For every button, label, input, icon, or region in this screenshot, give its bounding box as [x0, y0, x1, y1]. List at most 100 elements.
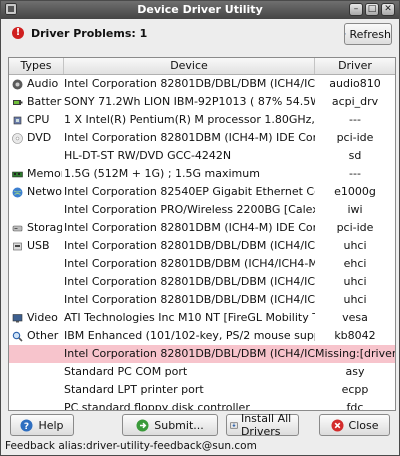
cell-device: Standard PC COM port: [64, 365, 188, 378]
maximize-button[interactable]: □: [365, 3, 379, 16]
minimize-button[interactable]: –: [349, 3, 363, 16]
device-driver-utility-window: Device Driver Utility – □ ✕ ! Driver Pro…: [0, 0, 400, 456]
type-label: USB: [27, 239, 50, 252]
memory-icon: [12, 171, 23, 177]
disc-icon: [12, 132, 23, 144]
battery-icon: [13, 99, 23, 105]
speaker-icon: [12, 79, 23, 89]
cell-device: PC standard floppy disk controller: [64, 401, 250, 411]
table-row[interactable]: Intel Corporation 82801DB/DBL/DBM (ICH4/…: [9, 345, 395, 363]
table-row[interactable]: DVD Intel Corporation 82801DBM (ICH4-M) I…: [9, 129, 395, 147]
cell-type: Video: [12, 309, 62, 327]
table-row[interactable]: Video ATI Technologies Inc M10 NT [FireGL…: [9, 309, 395, 327]
cell-device: 1 X Intel(R) Pentium(R) M processor 1.80…: [64, 113, 315, 126]
cell-driver: Missing:[driver unavailable]: [315, 347, 395, 360]
refresh-button[interactable]: Refresh: [344, 23, 392, 45]
type-label: Memory: [27, 167, 62, 180]
cell-device: Intel Corporation 82801DB/DBL/DBM (ICH4/…: [64, 275, 315, 288]
column-header-device[interactable]: Device: [64, 58, 315, 74]
type-label: Video: [27, 311, 58, 324]
cell-type: Memory: [12, 165, 62, 183]
cell-driver: uhci: [343, 239, 367, 252]
monitor-icon: [12, 313, 23, 322]
table-row[interactable]: Standard LPT printer port ecpp: [9, 381, 395, 399]
cell-device: IBM Enhanced (101/102-key, PS/2 mouse su…: [64, 329, 315, 342]
type-label: Battery: [27, 95, 62, 108]
table-row[interactable]: USB Intel Corporation 82801DB/DBL/DBM (IC…: [9, 237, 395, 255]
cell-driver: fdc: [346, 401, 364, 411]
cell-driver: kb8042: [334, 329, 376, 342]
cell-device: Intel Corporation 82801DB/DBL/DBM (ICH4/…: [64, 239, 315, 252]
cell-type: [12, 381, 62, 399]
cell-device: Intel Corporation 82801DBM (ICH4-M) IDE …: [64, 131, 315, 144]
cell-type: [12, 255, 62, 273]
type-label: Storage: [27, 221, 62, 234]
table-row[interactable]: Intel Corporation 82801DB/DBL/DBM (ICH4/…: [9, 291, 395, 309]
table-row[interactable]: CPU 1 X Intel(R) Pentium(R) M processor 1…: [9, 111, 395, 129]
window-title: Device Driver Utility: [137, 3, 263, 16]
cell-type: Audio: [12, 75, 62, 93]
cell-type: [12, 345, 62, 363]
cell-driver: uhci: [343, 275, 367, 288]
cell-driver: vesa: [342, 311, 368, 324]
cell-device: Intel Corporation 82801DBM (ICH4-M) IDE …: [64, 221, 315, 234]
table-row[interactable]: HL-DT-ST RW/DVD GCC-4242N sd: [9, 147, 395, 165]
cell-device: Intel Corporation 82801DB/DBM (ICH4/ICH4…: [64, 257, 315, 270]
cell-device: Intel Corporation 82801DB/DBL/DBM (ICH4/…: [64, 77, 315, 90]
storage-icon: [12, 225, 23, 231]
close-window-button[interactable]: ✕: [381, 3, 395, 16]
cell-type: DVD: [12, 129, 62, 147]
button-row: ? Help Submit... Install All Drivers Clo…: [1, 412, 399, 438]
help-button[interactable]: ? Help: [10, 414, 74, 436]
driver-problems-label: Driver Problems: 1: [31, 27, 148, 40]
refresh-label: Refresh: [349, 27, 391, 41]
type-label: Other: [27, 329, 59, 342]
title-bar[interactable]: Device Driver Utility – □ ✕: [1, 1, 399, 19]
cell-driver: acpi_drv: [331, 95, 379, 108]
magnifier-icon: [12, 331, 23, 342]
submit-icon: [136, 419, 149, 431]
table-row[interactable]: Intel Corporation 82801DB/DBL/DBM (ICH4/…: [9, 273, 395, 291]
cell-type: [12, 399, 62, 410]
cell-driver: ehci: [343, 257, 367, 270]
table-row[interactable]: Intel Corporation PRO/Wireless 2200BG [C…: [9, 201, 395, 219]
table-row[interactable]: Memory1.5G (512M + 1G) ; 1.5G maximum ---: [9, 165, 395, 183]
table-row[interactable]: StorageIntel Corporation 82801DBM (ICH4-…: [9, 219, 395, 237]
column-header-types[interactable]: Types: [9, 58, 64, 74]
cell-device: Intel Corporation 82801DB/DBL/DBM (ICH4/…: [64, 347, 315, 360]
close-icon: [331, 419, 344, 431]
feedback-text: Feedback alias:driver-utility-feedback@s…: [5, 440, 257, 452]
table-row[interactable]: Intel Corporation 82801DB/DBM (ICH4/ICH4…: [9, 255, 395, 273]
install-all-drivers-button[interactable]: Install All Drivers: [226, 412, 299, 438]
close-button[interactable]: Close: [319, 414, 390, 436]
install-all-label: Install All Drivers: [240, 412, 292, 438]
cell-device: 1.5G (512M + 1G) ; 1.5G maximum: [64, 167, 260, 180]
cell-device: Intel Corporation PRO/Wireless 2200BG [C…: [64, 203, 315, 216]
device-table: Types Device Driver Audio Intel Corporati…: [8, 57, 396, 411]
table-row[interactable]: Other IBM Enhanced (101/102-key, PS/2 mou…: [9, 327, 395, 345]
cell-type: USB: [12, 237, 62, 255]
table-row[interactable]: PC standard floppy disk controller fdc: [9, 399, 395, 411]
cell-driver: uhci: [343, 293, 367, 306]
cell-type: [12, 273, 62, 291]
column-header-driver[interactable]: Driver: [315, 58, 395, 74]
cell-type: CPU: [12, 111, 62, 129]
install-icon: [230, 421, 238, 429]
cell-type: Other: [12, 327, 62, 345]
table-row[interactable]: Audio Intel Corporation 82801DB/DBL/DBM (…: [9, 75, 395, 93]
submit-label: Submit...: [154, 418, 204, 432]
cell-device: SONY 71.2Wh LION IBM-92P1013 ( 87% 54.5W…: [64, 95, 315, 108]
type-label: CPU: [27, 113, 50, 126]
cell-device: HL-DT-ST RW/DVD GCC-4242N: [64, 149, 232, 162]
help-label: Help: [38, 418, 64, 432]
cell-type: Storage: [12, 219, 62, 237]
type-label: Audio: [27, 77, 59, 90]
cell-type: [12, 201, 62, 219]
table-row[interactable]: BatterySONY 71.2Wh LION IBM-92P1013 ( 87…: [9, 93, 395, 111]
cell-driver: ---: [349, 167, 361, 180]
submit-button[interactable]: Submit...: [122, 414, 218, 436]
table-row[interactable]: Standard PC COM port asy: [9, 363, 395, 381]
help-icon: ?: [20, 419, 33, 432]
close-label: Close: [348, 418, 379, 432]
table-row[interactable]: NetworkIntel Corporation 82540EP Gigabit…: [9, 183, 395, 201]
